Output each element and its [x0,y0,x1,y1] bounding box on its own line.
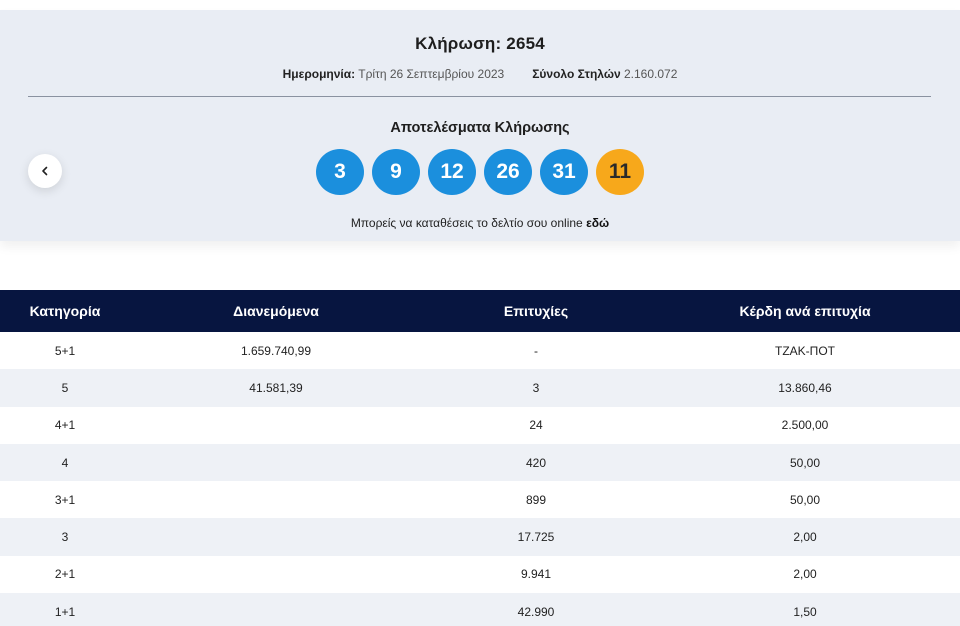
cell-category: 1+1 [54,604,76,619]
cell-distributed [130,518,422,555]
number-ball: 31 [540,149,588,195]
cell-category: 5+1 [54,343,76,358]
cell-category: 3 [61,530,69,545]
cell-winners: 420 [525,455,547,470]
cell-distributed: 1.659.740,99 [240,343,312,358]
number-ball: 12 [428,149,476,195]
cell-prize: ΤΖΑΚ-ΠΟΤ [775,343,835,358]
number-ball: 26 [484,149,532,195]
cell-distributed [130,556,422,593]
cell-prize: 50,00 [789,492,821,507]
draw-meta: Ημερομηνία: Τρίτη 26 Σεπτεμβρίου 2023 Σύ… [0,67,960,81]
results-title: Αποτελέσματα Κλήρωσης [390,120,570,136]
table-row: 1+1 42.990 1,50 [0,593,960,626]
cell-prize: 50,00 [789,455,821,470]
cell-prize: 2.500,00 [781,418,829,433]
table-row: 3 17.725 2,00 [0,518,960,556]
divider [28,96,931,97]
draw-date: Ημερομηνία: Τρίτη 26 Σεπτεμβρίου 2023 [283,67,505,81]
cell-winners: 3 [532,380,540,395]
cell-category: 3+1 [54,492,76,507]
cell-category: 4 [61,455,69,470]
cell-prize: 1,50 [793,604,817,619]
draw-title: Κλήρωση: 2654 [415,34,545,53]
cell-category: 4+1 [54,418,76,433]
number-ball: 3 [316,149,364,195]
header-prize-per-winner: Κέρδη ανά επιτυχία [739,303,871,319]
cell-winners: 899 [525,492,547,507]
cell-prize: 2,00 [793,530,817,545]
cell-distributed [130,593,422,626]
results-table-wrap: Κατηγορία Διανεμόμενα Επιτυχίες Κέρδη αν… [0,290,960,626]
page: Κλήρωση: 2654 Ημερομηνία: Τρίτη 26 Σεπτε… [0,0,960,626]
cell-prize: 13.860,46 [778,380,832,395]
table-row: 5+1 1.659.740,99 - ΤΖΑΚ-ΠΟΤ [0,332,960,370]
header-category: Κατηγορία [29,303,101,319]
table-row: 5 41.581,39 3 13.860,46 [0,369,960,407]
draw-columns-value: 2.160.072 [623,67,678,81]
joker-ball: 11 [596,149,644,195]
cell-distributed [130,444,422,481]
cell-winners: 9.941 [520,567,552,582]
cell-winners: - [534,343,538,358]
cell-winners: 24 [529,418,543,433]
cell-winners: 17.725 [517,530,555,545]
cell-category: 5 [61,380,69,395]
draw-columns: Σύνολο Στηλών 2.160.072 [532,67,677,81]
cell-category: 2+1 [54,567,76,582]
table-row: 2+1 9.941 2,00 [0,555,960,594]
draw-columns-label: Σύνολο Στηλών [532,67,621,81]
cell-distributed [130,407,422,444]
header-distributed: Διανεμόμενα [233,303,319,319]
cell-prize: 2,00 [793,567,817,582]
online-submit-text: Μπορείς να καταθέσεις το δελτίο σου onli… [0,216,960,230]
cell-distributed [130,481,422,518]
online-here-link[interactable]: εδώ [586,216,609,230]
table-body: 5+1 1.659.740,99 - ΤΖΑΚ-ΠΟΤ 5 41.581,39 3 13.86… [0,332,960,626]
draw-date-value: Τρίτη 26 Σεπτεμβρίου 2023 [358,67,505,81]
online-text: Μπορείς να καταθέσεις το δελτίο σου onli… [350,216,583,230]
winning-numbers: 3 9 12 26 31 11 [0,149,960,195]
table-row: 4+1 24 2.500,00 [0,406,960,444]
table-row: 3+1 899 50,00 [0,481,960,519]
header-winners: Επιτυχίες [503,303,569,319]
results-table: Κατηγορία Διανεμόμενα Επιτυχίες Κέρδη αν… [0,290,960,626]
cell-winners: 42.990 [517,604,555,619]
cell-distributed: 41.581,39 [249,380,303,395]
draw-date-label: Ημερομηνία: [282,67,356,81]
number-ball: 9 [372,149,420,195]
table-row: 4 420 50,00 [0,443,960,482]
table-header-row: Κατηγορία Διανεμόμενα Επιτυχίες Κέρδη αν… [0,290,960,332]
draw-card: Κλήρωση: 2654 Ημερομηνία: Τρίτη 26 Σεπτε… [0,10,960,241]
